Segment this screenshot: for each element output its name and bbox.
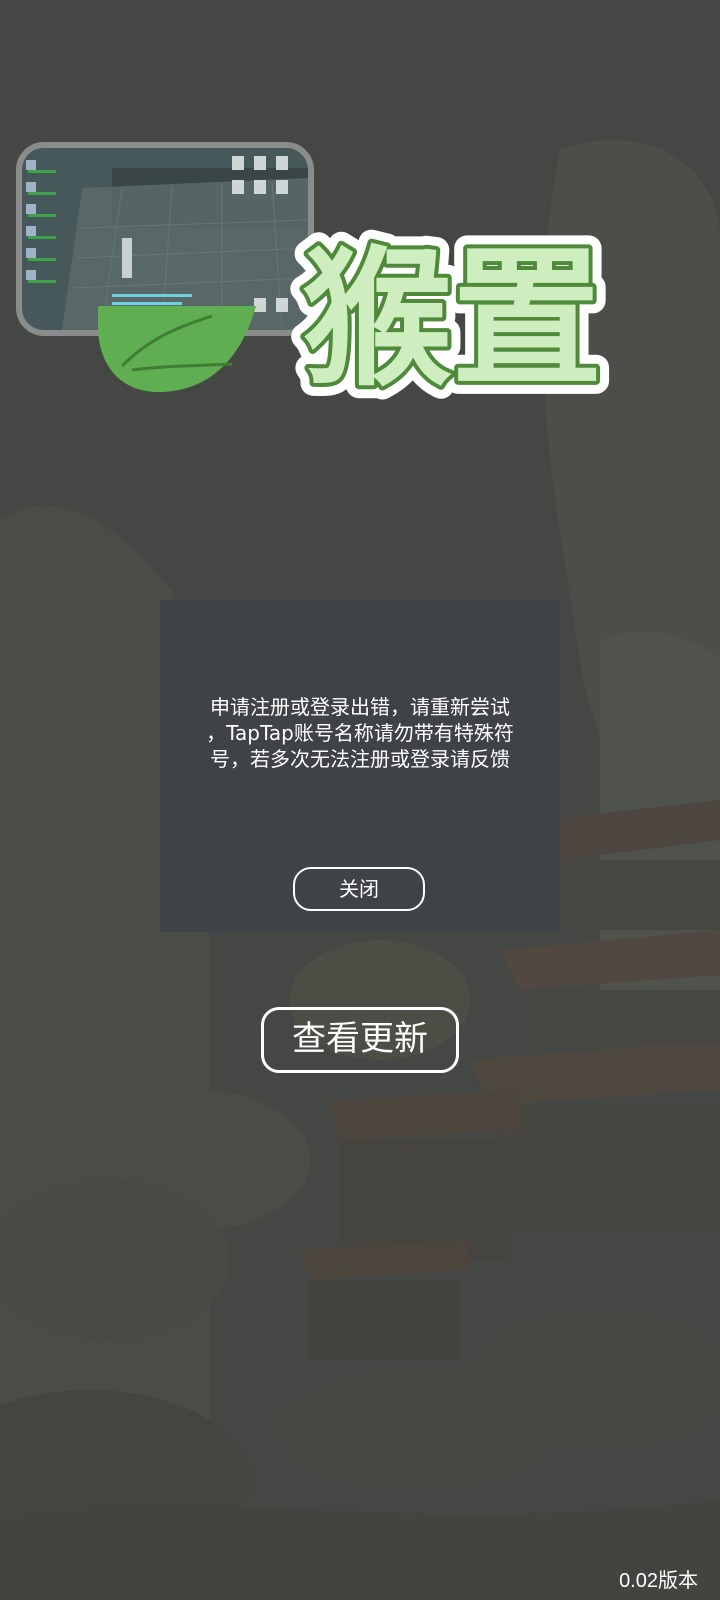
close-button[interactable]: 关闭 — [293, 867, 425, 911]
version-label: 0.02版本 — [619, 1570, 698, 1592]
check-update-button[interactable]: 查看更新 — [261, 1007, 459, 1073]
dialog-message-line: 申请注册或登录出错，请重新尝试 — [210, 695, 510, 719]
error-dialog: 申请注册或登录出错，请重新尝试 ，TapTap账号名称请勿带有特殊符 号，若多次… — [160, 600, 560, 932]
logo-leaf-icon — [98, 306, 256, 393]
dialog-message-line: ，TapTap账号名称请勿带有特殊符 — [206, 721, 514, 745]
svg-text:猴置: 猴置 — [302, 233, 602, 406]
dialog-message: 申请注册或登录出错，请重新尝试 ，TapTap账号名称请勿带有特殊符 号，若多次… — [180, 694, 540, 772]
dialog-message-line: 号，若多次无法注册或登录请反馈 — [210, 747, 510, 771]
app-logo-title: 猴置 猴置 — [289, 226, 615, 406]
